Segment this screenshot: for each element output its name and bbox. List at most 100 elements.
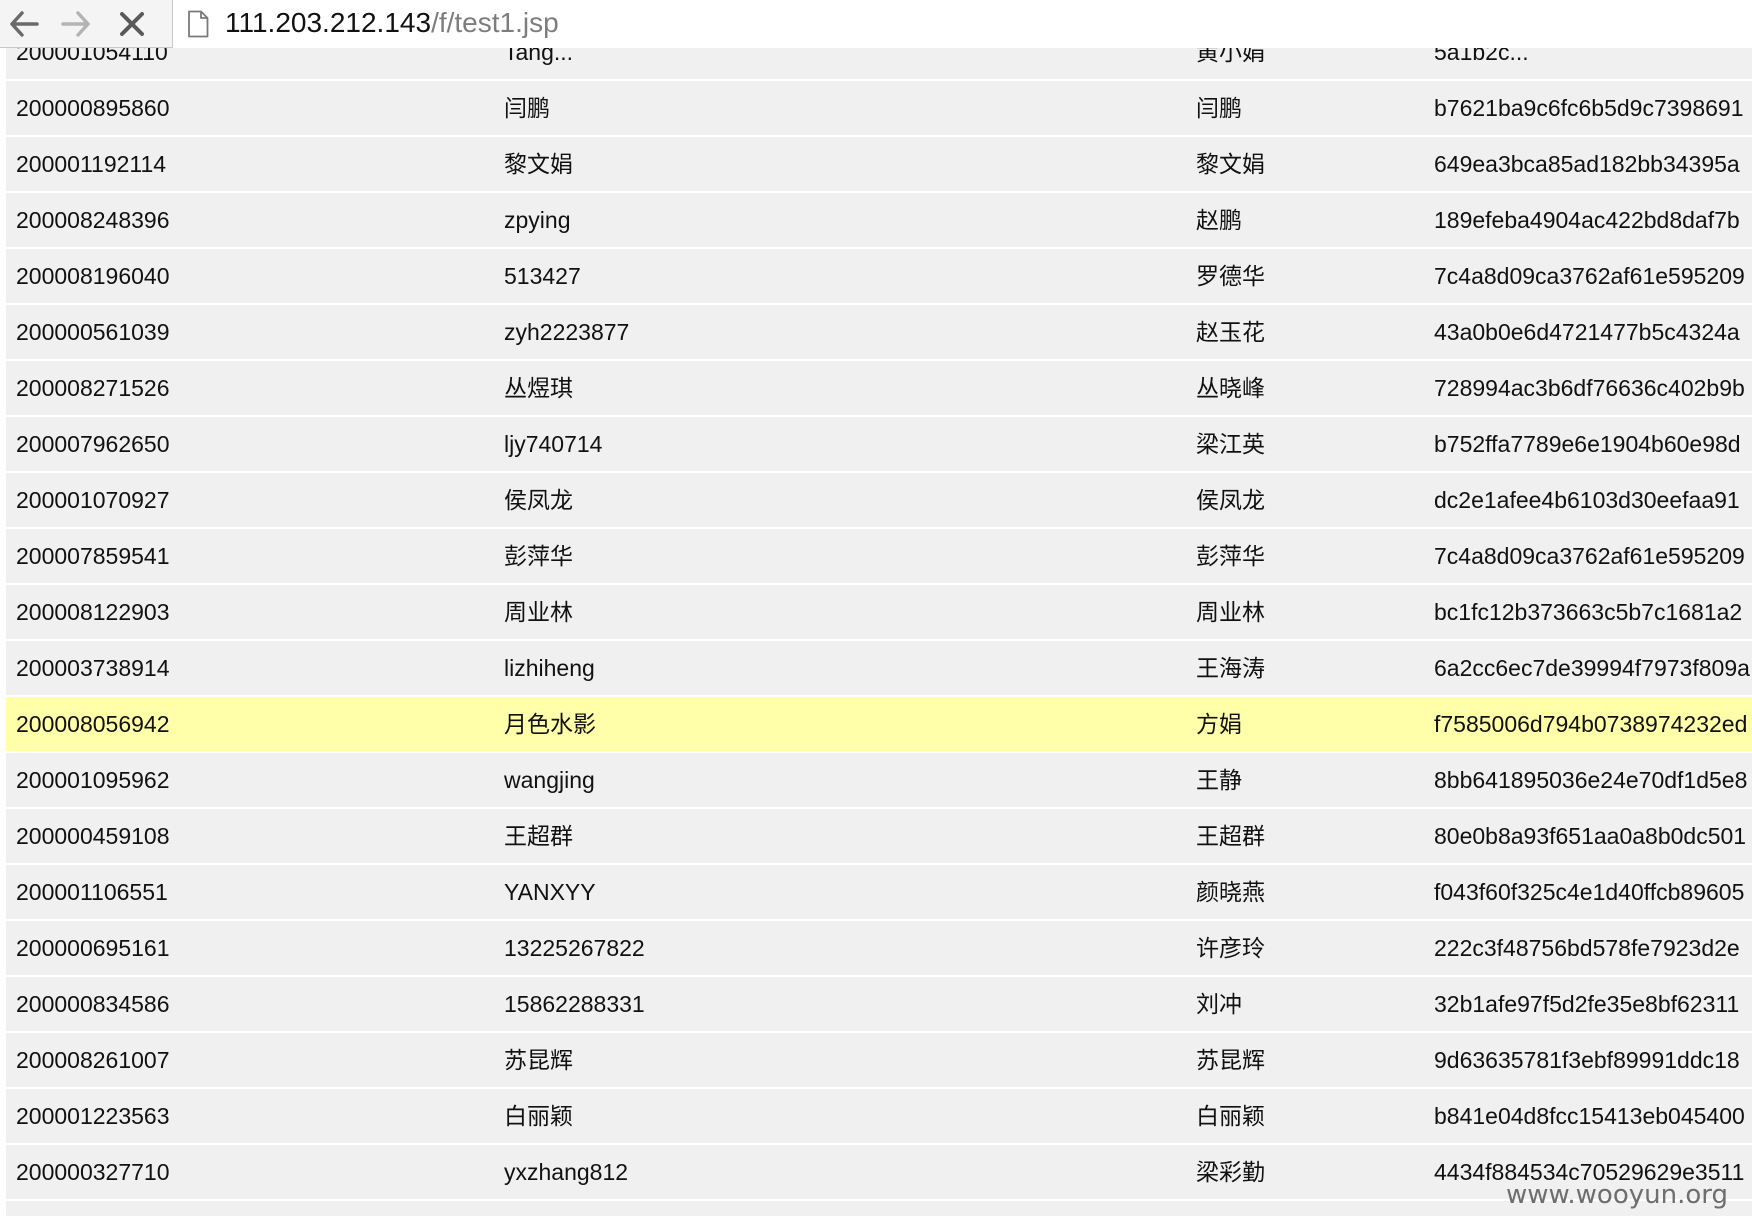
page-content[interactable]: 200001054110 Tang... 黄小娟 5a1b2c... 200000895… — [0, 48, 1752, 1216]
cell-hash: b7621ba9c6fc6b5d9c7398691 — [1434, 95, 1744, 121]
cell-username: 513427 — [504, 263, 581, 289]
cell-name: 王静 — [1196, 767, 1242, 793]
cell-name: 周业林 — [1196, 599, 1265, 625]
cell-name: 黄小娟 — [1196, 48, 1265, 65]
cell-username: zpying — [504, 207, 571, 233]
table-row: 200001095962 wangjing 王静 8bb641895036e24e70… — [6, 753, 1752, 807]
cell-name: 梁彩勤 — [1196, 1159, 1265, 1185]
stop-button[interactable] — [108, 0, 156, 48]
cell-id: 200008248396 — [16, 207, 170, 233]
table-row: 200008248396 zpying 赵鹏 189efeba4904ac422bd8… — [6, 193, 1752, 247]
cell-hash: b752ffa7789e6e1904b60e98d — [1434, 431, 1741, 457]
cell-name: 方娟 — [1196, 711, 1242, 737]
table-row: 200000834586 15862288331 刘冲 32b1afe97f5d2fe… — [6, 977, 1752, 1031]
arrow-right-icon — [61, 11, 90, 37]
url-host: 111.203.212.143 — [225, 7, 432, 38]
arrow-left-icon — [10, 11, 39, 37]
cell-username: 周业林 — [504, 599, 573, 625]
cell-hash: 5a1b2c... — [1434, 48, 1529, 65]
cell-username: 侯凤龙 — [504, 487, 573, 513]
watermark: www.wooyun.org — [1505, 1180, 1728, 1210]
forward-button[interactable] — [52, 0, 100, 48]
cell-name: 王超群 — [1196, 823, 1265, 849]
url-path: /f/test1.jsp — [431, 7, 559, 38]
page-icon — [188, 10, 209, 38]
cell-name: 赵鹏 — [1196, 207, 1242, 233]
cell-name: 苏昆辉 — [1196, 1047, 1265, 1073]
table-row: 200000695161 13225267822 许彦玲 222c3f48756bd5… — [6, 921, 1752, 975]
cell-id: 200000327710 — [16, 1159, 170, 1185]
cell-name: 罗德华 — [1196, 263, 1265, 289]
cell-username: 丛煜琪 — [504, 375, 573, 401]
cell-id: 200008196040 — [16, 263, 170, 289]
table-row: 200008056942 月色水影 方娟 f7585006d794b073897423… — [6, 697, 1752, 751]
cell-hash: f043f60f325c4e1d40ffcb89605 — [1434, 879, 1745, 905]
cell-username: ljy740714 — [504, 431, 603, 457]
cell-id: 200008271526 — [16, 375, 170, 401]
table-row: 200000327710 yxzhang812 梁彩勤 4434f884534c705… — [6, 1145, 1752, 1199]
cell-id: 200001095962 — [16, 767, 170, 793]
table-row: 200008196040 513427 罗德华 7c4a8d09ca3762af61e… — [6, 249, 1752, 303]
cell-hash: 32b1afe97f5d2fe35e8bf62311 — [1434, 991, 1740, 1017]
cell-name: 彭萍华 — [1196, 543, 1265, 569]
cell-username: wangjing — [504, 767, 595, 793]
cell-hash: bc1fc12b373663c5b7c1681a2 — [1434, 599, 1743, 625]
cell-id: 200000834586 — [16, 991, 170, 1017]
cell-name: 赵玉花 — [1196, 319, 1265, 345]
cell-id: 200001192114 — [16, 151, 167, 177]
table-row: 200000459108 王超群 王超群 80e0b8a93f651aa0a8b0dc… — [6, 809, 1752, 863]
cell-id: 200008122903 — [16, 599, 170, 625]
table-row: 200008271526 丛煜琪 丛晓峰 728994ac3b6df76636c402… — [6, 361, 1752, 415]
cell-username: zyh2223877 — [504, 319, 630, 345]
cell-name: 闫鹏 — [1196, 95, 1242, 121]
cell-username: YANXYY — [504, 879, 596, 905]
cell-hash: 728994ac3b6df76636c402b9b — [1434, 375, 1745, 401]
table-row: 200007859541 彭萍华 彭萍华 7c4a8d09ca3762af61e595… — [6, 529, 1752, 583]
url-text[interactable]: 111.203.212.143/f/test1.jsp — [225, 6, 559, 40]
cell-id: 200008261007 — [16, 1047, 170, 1073]
cell-name: 王海涛 — [1196, 655, 1265, 681]
table-row: 200003738914 lizhiheng 王海涛 6a2cc6ec7de39994… — [6, 641, 1752, 695]
cell-id: 200000895860 — [16, 95, 170, 121]
cell-username: yxzhang812 — [504, 1159, 629, 1185]
cell-id: 200007962650 — [16, 431, 170, 457]
address-bar[interactable]: 111.203.212.143/f/test1.jsp — [172, 0, 1752, 48]
table-row: 200000895860 闫鹏 闫鹏 b7621ba9c6fc6b5d9c739869… — [6, 81, 1752, 135]
cell-name: 王芳芳 — [1196, 1201, 1426, 1216]
cell-id: 200000561039 — [16, 319, 170, 345]
close-icon — [120, 12, 144, 36]
cell-hash: 80e0b8a93f651aa0a8b0dc501 — [1434, 823, 1747, 849]
cell-id: 200000317416 — [16, 1201, 496, 1216]
cell-hash: f7585006d794b0738974232ed — [1434, 711, 1748, 737]
cell-hash: 6a2cc6ec7de39994f7973f809a — [1434, 655, 1750, 681]
cell-hash: 7c4a8d09ca3762af61e595209 — [1434, 263, 1745, 289]
cell-name: 刘冲 — [1196, 991, 1242, 1017]
cell-id: 200008056942 — [16, 711, 170, 737]
browser-toolbar: 111.203.212.143/f/test1.jsp — [0, 0, 1752, 48]
cell-name: 白丽颖 — [1196, 1103, 1265, 1129]
data-table: 200001054110 Tang... 黄小娟 5a1b2c... 200000895… — [6, 48, 1752, 1216]
table-row: 200001192114 黎文娟 黎文娟 649ea3bca85ad182bb3439… — [6, 137, 1752, 191]
cell-hash: 649ea3bca85ad182bb34395a — [1434, 151, 1740, 177]
cell-hash: 9d63635781f3ebf89991ddc18 — [1434, 1047, 1740, 1073]
cell-id: 200003738914 — [16, 655, 170, 681]
cell-name: 许彦玲 — [1196, 935, 1265, 961]
cell-id: 200001106551 — [16, 879, 168, 905]
cell-hash: 222c3f48756bd578fe7923d2e — [1434, 935, 1740, 961]
table-row: 200001054110 Tang... 黄小娟 5a1b2c... — [6, 48, 1752, 79]
cell-id: 200007859541 — [16, 543, 170, 569]
table-row: 200000561039 zyh2223877 赵玉花 43a0b0e6d472147… — [6, 305, 1752, 359]
cell-id: 200001223563 — [16, 1103, 170, 1129]
cell-username: 15862288331 — [504, 991, 645, 1017]
cell-username: 苏昆辉 — [504, 1047, 573, 1073]
cell-hash: b841e04d8fcc15413eb045400 — [1434, 1103, 1745, 1129]
cell-username: Tang... — [504, 48, 574, 65]
cell-username: 白丽颖 — [504, 1103, 573, 1129]
back-button[interactable] — [0, 0, 48, 48]
cell-name: 梁江英 — [1196, 431, 1265, 457]
cell-username: 彭萍华 — [504, 543, 573, 569]
table-row: 200007962650 ljy740714 梁江英 b752ffa7789e6e19… — [6, 417, 1752, 471]
cell-username: lizhiheng — [504, 655, 595, 681]
cell-name: 丛晓峰 — [1196, 375, 1265, 401]
table-row: 200008122903 周业林 周业林 bc1fc12b373663c5b7c168… — [6, 585, 1752, 639]
